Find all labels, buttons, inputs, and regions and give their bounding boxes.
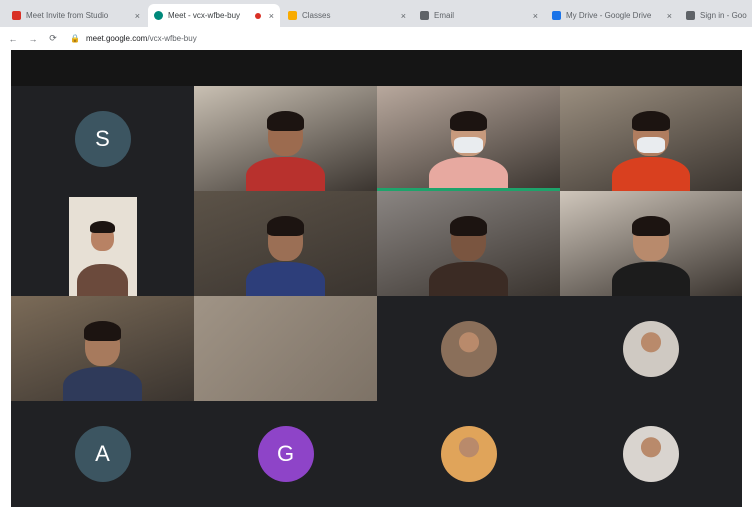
participant-tile[interactable] xyxy=(11,296,194,401)
participant-body xyxy=(429,157,508,191)
participant-tile[interactable] xyxy=(377,86,560,191)
tab-label: Classes xyxy=(302,11,331,20)
participant-tile[interactable]: G xyxy=(194,401,377,507)
close-tab-icon[interactable]: × xyxy=(529,11,538,21)
participant-hair xyxy=(90,220,115,234)
url-path: /vcx-wfbe-buy xyxy=(147,34,197,43)
tab-label: Email xyxy=(434,11,455,20)
tab-sign-in[interactable]: Sign in - Goo xyxy=(680,4,752,27)
participant-profile-photo xyxy=(623,426,679,482)
participant-hair xyxy=(449,216,488,236)
participant-body xyxy=(611,157,691,191)
participant-avatar: S xyxy=(74,110,131,167)
participant-tile[interactable] xyxy=(377,191,560,296)
participant-profile-photo xyxy=(440,320,497,377)
address-bar[interactable]: meet.google.com/vcx-wfbe-buy xyxy=(86,34,197,43)
reload-icon[interactable]: ⟳ xyxy=(46,33,60,44)
participant-body xyxy=(246,157,325,191)
participant-hair xyxy=(266,111,305,131)
meeting-stage: S A G xyxy=(11,50,742,507)
participant-body xyxy=(246,262,325,296)
tab-label: Meet - vcx-wfbe-buy xyxy=(168,11,241,20)
close-tab-icon[interactable]: × xyxy=(265,11,274,21)
classroom-icon xyxy=(288,11,297,20)
tab-email[interactable]: Email × xyxy=(414,4,544,27)
participant-tile[interactable]: A xyxy=(11,401,194,507)
tab-label: My Drive - Google Drive xyxy=(566,11,652,20)
tab-classes[interactable]: Classes × xyxy=(282,4,412,27)
participant-tile[interactable] xyxy=(560,296,742,401)
url-domain: meet.google.com xyxy=(85,34,148,43)
participant-hair xyxy=(266,216,305,236)
participant-tile[interactable] xyxy=(560,86,742,191)
tab-label: Sign in - Goo xyxy=(700,11,747,20)
participant-tile[interactable] xyxy=(194,191,377,296)
participant-body xyxy=(429,262,508,296)
participant-tile[interactable] xyxy=(560,401,742,507)
participant-tile[interactable] xyxy=(194,86,377,191)
participant-tile[interactable] xyxy=(11,191,194,296)
google-icon xyxy=(686,11,695,20)
participant-tile[interactable] xyxy=(377,401,560,507)
meeting-top-bar xyxy=(11,50,742,86)
browser-tab-bar: Meet Invite from Studio × Meet - vcx-wfb… xyxy=(0,0,752,27)
face-mask xyxy=(636,136,666,153)
participant-body xyxy=(63,367,142,401)
forward-icon[interactable]: → xyxy=(26,34,40,44)
back-icon[interactable]: ← xyxy=(6,34,20,44)
participant-hair xyxy=(83,321,122,341)
participant-avatar: G xyxy=(257,426,314,482)
participant-body xyxy=(611,262,691,296)
browser-toolbar: ← → ⟳ 🔒 meet.google.com/vcx-wfbe-buy xyxy=(0,27,752,50)
participant-tile[interactable] xyxy=(560,191,742,296)
email-icon xyxy=(420,11,429,20)
participant-tile[interactable] xyxy=(377,296,560,401)
participant-video xyxy=(68,197,137,296)
lock-icon[interactable]: 🔒 xyxy=(70,34,80,43)
meet-icon xyxy=(154,11,163,20)
drive-icon xyxy=(552,11,561,20)
close-tab-icon[interactable]: × xyxy=(663,11,672,21)
participant-hair xyxy=(449,111,488,131)
participant-profile-photo xyxy=(623,320,679,377)
participant-body xyxy=(77,264,128,296)
participant-avatar: A xyxy=(74,426,131,482)
participant-tile[interactable]: S xyxy=(11,86,194,191)
tab-label: Meet Invite from Studio xyxy=(26,11,109,20)
participant-hair xyxy=(632,216,670,236)
close-tab-icon[interactable]: × xyxy=(131,11,140,21)
tab-google-drive[interactable]: My Drive - Google Drive × xyxy=(546,4,678,27)
gmail-icon xyxy=(12,11,21,20)
face-mask xyxy=(454,136,483,153)
close-tab-icon[interactable]: × xyxy=(397,11,406,21)
participant-profile-photo xyxy=(440,426,497,482)
participant-tile[interactable] xyxy=(194,296,377,401)
recording-indicator-icon xyxy=(254,12,261,19)
tab-meet[interactable]: Meet - vcx-wfbe-buy × xyxy=(148,4,280,27)
tab-meet-invite[interactable]: Meet Invite from Studio × xyxy=(6,4,146,27)
participant-hair xyxy=(632,111,670,131)
